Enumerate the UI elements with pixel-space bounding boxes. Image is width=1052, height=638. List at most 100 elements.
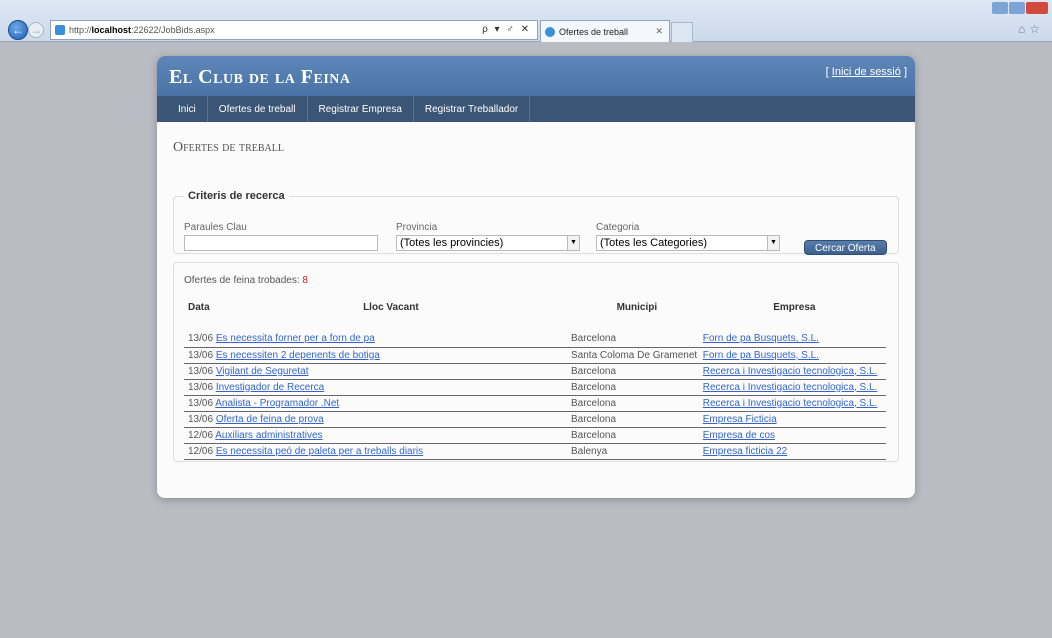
site-header: El Club de la Feina [ Inici de sessió ] bbox=[157, 56, 915, 96]
job-cell: 13/06 Analista - Programador .Net bbox=[184, 395, 571, 412]
count-value: 8 bbox=[302, 275, 308, 286]
company-link[interactable]: Forn de pa Busquets, S.L. bbox=[703, 333, 819, 344]
row-date: 13/06 bbox=[188, 333, 214, 345]
close-tab-icon[interactable]: ✕ bbox=[655, 26, 663, 37]
back-arrow-icon[interactable]: ← bbox=[8, 20, 28, 40]
tab-title: Ofertes de treball bbox=[559, 26, 629, 37]
job-cell: 13/06 Oferta de feina de prova bbox=[184, 411, 571, 428]
keywords-field: Paraules Clau bbox=[184, 222, 378, 251]
address-rest: :22622/JobBids.aspx bbox=[131, 25, 215, 35]
company-cell: Recerca i Investigacio tecnologica, S.L. bbox=[702, 363, 886, 380]
address-prefix: http:// bbox=[69, 25, 92, 35]
company-cell: Recerca i Investigacio tecnologica, S.L. bbox=[702, 395, 886, 412]
municipality-cell: Barcelona bbox=[571, 427, 703, 444]
close-window-icon[interactable] bbox=[1026, 2, 1048, 14]
keywords-label: Paraules Clau bbox=[184, 222, 247, 233]
main-content: Ofertes de treball Criteris de recerca P… bbox=[157, 122, 915, 498]
job-cell: 13/06 Vigilant de Seguretat bbox=[184, 363, 571, 380]
chevron-down-icon[interactable]: ▼ bbox=[767, 236, 779, 250]
menu-item-registrar-empresa[interactable]: Registrar Empresa bbox=[308, 96, 414, 122]
company-link[interactable]: Empresa ficticia 22 bbox=[703, 446, 787, 457]
new-tab-button[interactable] bbox=[671, 22, 693, 42]
row-date: 12/06 bbox=[188, 429, 214, 441]
province-label: Provincia bbox=[396, 222, 438, 233]
job-link[interactable]: Es necessita forner per a forn de pa bbox=[216, 333, 375, 344]
company-cell: Recerca i Investigacio tecnologica, S.L. bbox=[702, 379, 886, 396]
header-job: Lloc Vacant bbox=[363, 302, 419, 313]
menu-item-inici[interactable]: Inici bbox=[167, 96, 208, 122]
header-municipality: Municipi bbox=[616, 302, 658, 313]
site-title: El Club de la Feina bbox=[169, 66, 351, 88]
table-row: 13/06 Investigador de Recerca Barcelona Re… bbox=[184, 379, 886, 396]
row-date: 13/06 bbox=[188, 365, 214, 377]
municipality-cell: Barcelona bbox=[571, 379, 703, 396]
table-row: 12/06 Es necessita peó de paleta per a t… bbox=[184, 443, 886, 460]
company-link[interactable]: Recerca i Investigacio tecnologica, S.L. bbox=[703, 382, 878, 393]
company-link[interactable]: Empresa Ficticia bbox=[703, 414, 777, 425]
login-bracket-open: [ bbox=[825, 66, 829, 78]
window-controls bbox=[992, 2, 1048, 14]
results-count: Ofertes de feina trobades: 8 bbox=[184, 275, 888, 286]
job-cell: 12/06 Es necessita peó de paleta per a t… bbox=[184, 443, 571, 460]
municipality-cell: Barcelona bbox=[571, 411, 703, 428]
province-field: Provincia (Totes les provincies) ▼ bbox=[396, 222, 580, 251]
keywords-input[interactable] bbox=[184, 235, 378, 251]
row-date: 13/06 bbox=[188, 397, 214, 409]
company-cell: Empresa ficticia 22 bbox=[702, 443, 886, 460]
company-link[interactable]: Recerca i Investigacio tecnologica, S.L. bbox=[703, 398, 878, 409]
row-date: 13/06 bbox=[188, 413, 214, 425]
ie-icon bbox=[545, 26, 555, 37]
job-link[interactable]: Investigador de Recerca bbox=[216, 382, 324, 393]
job-link[interactable]: Es necessiten 2 depenents de botiga bbox=[216, 350, 380, 361]
search-button[interactable]: Cercar Oferta bbox=[804, 240, 887, 255]
chevron-down-icon[interactable]: ▼ bbox=[567, 236, 579, 250]
municipality-cell: Santa Coloma De Gramenet bbox=[571, 347, 703, 364]
province-select[interactable]: (Totes les provincies) ▼ bbox=[396, 235, 580, 251]
minimize-icon[interactable] bbox=[992, 2, 1008, 14]
login-area: [ Inici de sessió ] bbox=[826, 66, 907, 78]
criteria-legend: Criteris de recerca bbox=[188, 190, 285, 202]
menu-item-registrar-treballador[interactable]: Registrar Treballador bbox=[414, 96, 531, 122]
address-tools-icon[interactable]: ρ ▾ ♂ ✕ bbox=[482, 24, 531, 35]
job-cell: 13/06 Es necessiten 2 depenents de botig… bbox=[184, 347, 571, 364]
category-select[interactable]: (Totes les Categories) ▼ bbox=[596, 235, 780, 251]
municipality-cell: Barcelona bbox=[571, 363, 703, 380]
company-cell: Forn de pa Busquets, S.L. bbox=[702, 331, 886, 348]
category-field: Categoria (Totes les Categories) ▼ bbox=[596, 222, 780, 251]
browser-chrome: ← → http://localhost:22622/JobBids.aspx … bbox=[0, 0, 1052, 42]
page-title: Ofertes de treball bbox=[173, 140, 284, 155]
row-date: 13/06 bbox=[188, 349, 214, 361]
table-row: 12/06 Auxiliars administratives Barcelona… bbox=[184, 427, 886, 444]
job-cell: 13/06 Es necessita forner per a forn de … bbox=[184, 331, 571, 348]
job-link[interactable]: Es necessita peó de paleta per a treball… bbox=[216, 446, 423, 457]
main-menu: Inici Ofertes de treball Registrar Empre… bbox=[157, 96, 915, 122]
company-link[interactable]: Recerca i Investigacio tecnologica, S.L. bbox=[703, 366, 878, 377]
job-cell: 13/06 Investigador de Recerca bbox=[184, 379, 571, 396]
company-link[interactable]: Forn de pa Busquets, S.L. bbox=[703, 350, 819, 361]
company-cell: Empresa Ficticia bbox=[702, 411, 886, 428]
page-icon bbox=[55, 25, 65, 35]
company-cell: Forn de pa Busquets, S.L. bbox=[702, 347, 886, 364]
row-date: 13/06 bbox=[188, 381, 214, 393]
job-link[interactable]: Vigilant de Seguretat bbox=[216, 366, 309, 377]
home-favorites-icons[interactable]: ⌂☆ bbox=[1018, 22, 1044, 36]
forward-arrow-icon[interactable]: → bbox=[28, 22, 44, 38]
results-table: Data Lloc Vacant Municipi Empresa 13/06 … bbox=[184, 302, 886, 460]
table-row: 13/06 Es necessiten 2 depenents de botig… bbox=[184, 347, 886, 364]
browser-tab[interactable]: Ofertes de treball ✕ bbox=[540, 20, 670, 42]
table-row: 13/06 Analista - Programador .Net Barcelo… bbox=[184, 395, 886, 412]
login-bracket-close: ] bbox=[903, 66, 907, 78]
page-viewport: El Club de la Feina [ Inici de sessió ] … bbox=[0, 42, 1052, 628]
job-link[interactable]: Analista - Programador .Net bbox=[215, 398, 339, 409]
login-link[interactable]: Inici de sessió bbox=[832, 66, 901, 78]
municipality-cell: Balenya bbox=[571, 443, 703, 460]
maximize-icon[interactable] bbox=[1009, 2, 1025, 14]
header-company: Empresa bbox=[773, 302, 816, 313]
address-bar[interactable]: http://localhost:22622/JobBids.aspx ρ ▾ … bbox=[50, 20, 538, 40]
job-link[interactable]: Oferta de feina de prova bbox=[216, 414, 324, 425]
category-value: (Totes les Categories) bbox=[600, 237, 707, 249]
job-link[interactable]: Auxiliars administratives bbox=[215, 430, 322, 441]
site-card: El Club de la Feina [ Inici de sessió ] … bbox=[157, 56, 915, 498]
menu-item-ofertes[interactable]: Ofertes de treball bbox=[208, 96, 308, 122]
company-link[interactable]: Empresa de cos bbox=[703, 430, 775, 441]
